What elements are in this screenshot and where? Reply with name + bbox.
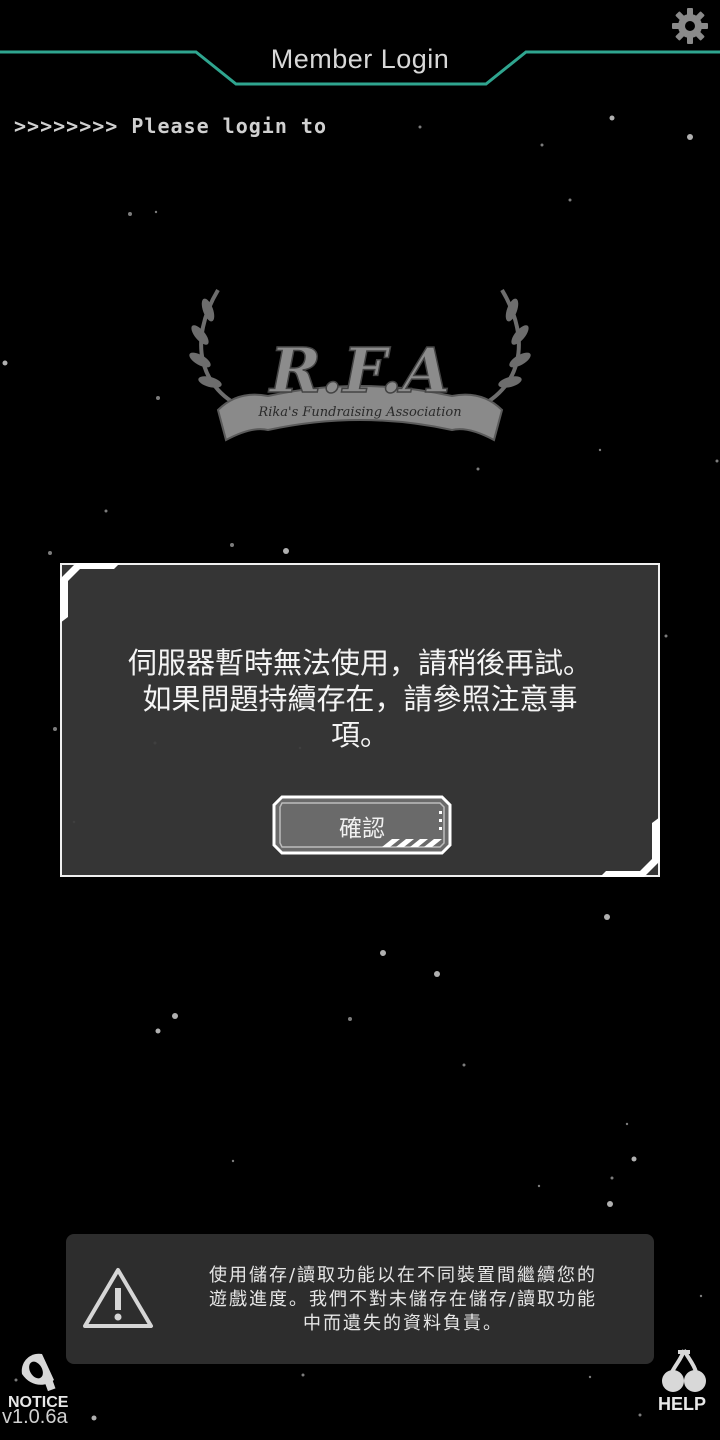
version-label: v1.0.6a: [2, 1406, 68, 1428]
rfa-logo: R.F.A Rika's Fundraising Association: [189, 288, 531, 442]
star: [625, 1122, 629, 1126]
star: [128, 212, 132, 216]
megaphone-icon: [21, 1353, 56, 1392]
dialog-message-line1: 伺服器暫時無法使用，請稍後再試。: [127, 646, 592, 680]
star: [462, 1063, 466, 1067]
star: [631, 1156, 637, 1162]
star: [540, 143, 544, 147]
dialog-corner-bottom-right: [600, 817, 660, 877]
notice-line1: 使用儲存/讀取功能以在不同裝置間繼續您的: [208, 1265, 598, 1286]
star: [230, 543, 234, 547]
dialog-message: 伺服器暫時無法使用，請稍後再試。 如果問題持續存在，請參照注意事 項。: [82, 645, 638, 753]
notice-line3: 中而遺失的資料負責。: [303, 1313, 503, 1334]
star: [476, 467, 480, 471]
star: [687, 134, 693, 140]
star: [48, 551, 52, 555]
login-marquee: >>>>>>>> Please login to: [14, 114, 327, 138]
dialog-message-line2: 如果問題持續存在，請參照注意事: [142, 682, 578, 716]
star: [568, 198, 572, 202]
notice-text: 使用儲存/讀取功能以在不同裝置間繼續您的 遊戲進度。我們不對未儲存在儲存/讀取功…: [166, 1264, 640, 1336]
star: [715, 459, 719, 463]
star: [588, 1375, 592, 1379]
star: [154, 210, 158, 214]
help-button[interactable]: HELP: [652, 1348, 714, 1418]
star: [91, 1415, 97, 1421]
star: [610, 1176, 614, 1180]
warning-icon: [83, 1268, 153, 1328]
star: [301, 1373, 305, 1377]
star: [418, 125, 422, 129]
logo-subtitle: Rika's Fundraising Association: [257, 405, 461, 420]
star: [104, 509, 108, 513]
page-title: Member Login: [270, 44, 450, 74]
logo-title: R.F.A: [268, 334, 451, 407]
star: [231, 1159, 235, 1163]
error-dialog: 伺服器暫時無法使用，請稍後再試。 如果問題持續存在，請參照注意事 項。 確認: [60, 563, 660, 877]
cherry-icon: [662, 1349, 706, 1392]
star: [607, 1201, 613, 1207]
star: [53, 727, 57, 731]
star: [155, 1028, 161, 1034]
help-label: HELP: [658, 1394, 707, 1414]
star: [699, 1294, 703, 1298]
star: [156, 396, 160, 400]
star: [283, 548, 289, 554]
gear-icon[interactable]: [670, 6, 710, 46]
dialog-corner-top-left: [60, 563, 120, 623]
star: [2, 360, 8, 366]
dialog-message-line3: 項。: [330, 718, 389, 752]
star: [598, 448, 602, 452]
save-load-notice: 使用儲存/讀取功能以在不同裝置間繼續您的 遊戲進度。我們不對未儲存在儲存/讀取功…: [66, 1234, 654, 1364]
star: [434, 971, 440, 977]
notice-line2: 遊戲進度。我們不對未儲存在儲存/讀取功能: [208, 1289, 598, 1310]
star: [172, 1013, 178, 1019]
star: [604, 914, 610, 920]
confirm-button[interactable]: 確認: [272, 795, 452, 855]
star: [348, 1017, 352, 1021]
confirm-button-label: 確認: [339, 816, 385, 842]
star: [380, 950, 386, 956]
star: [664, 634, 668, 638]
star: [638, 1413, 642, 1417]
star: [537, 1184, 541, 1188]
star: [609, 115, 615, 121]
